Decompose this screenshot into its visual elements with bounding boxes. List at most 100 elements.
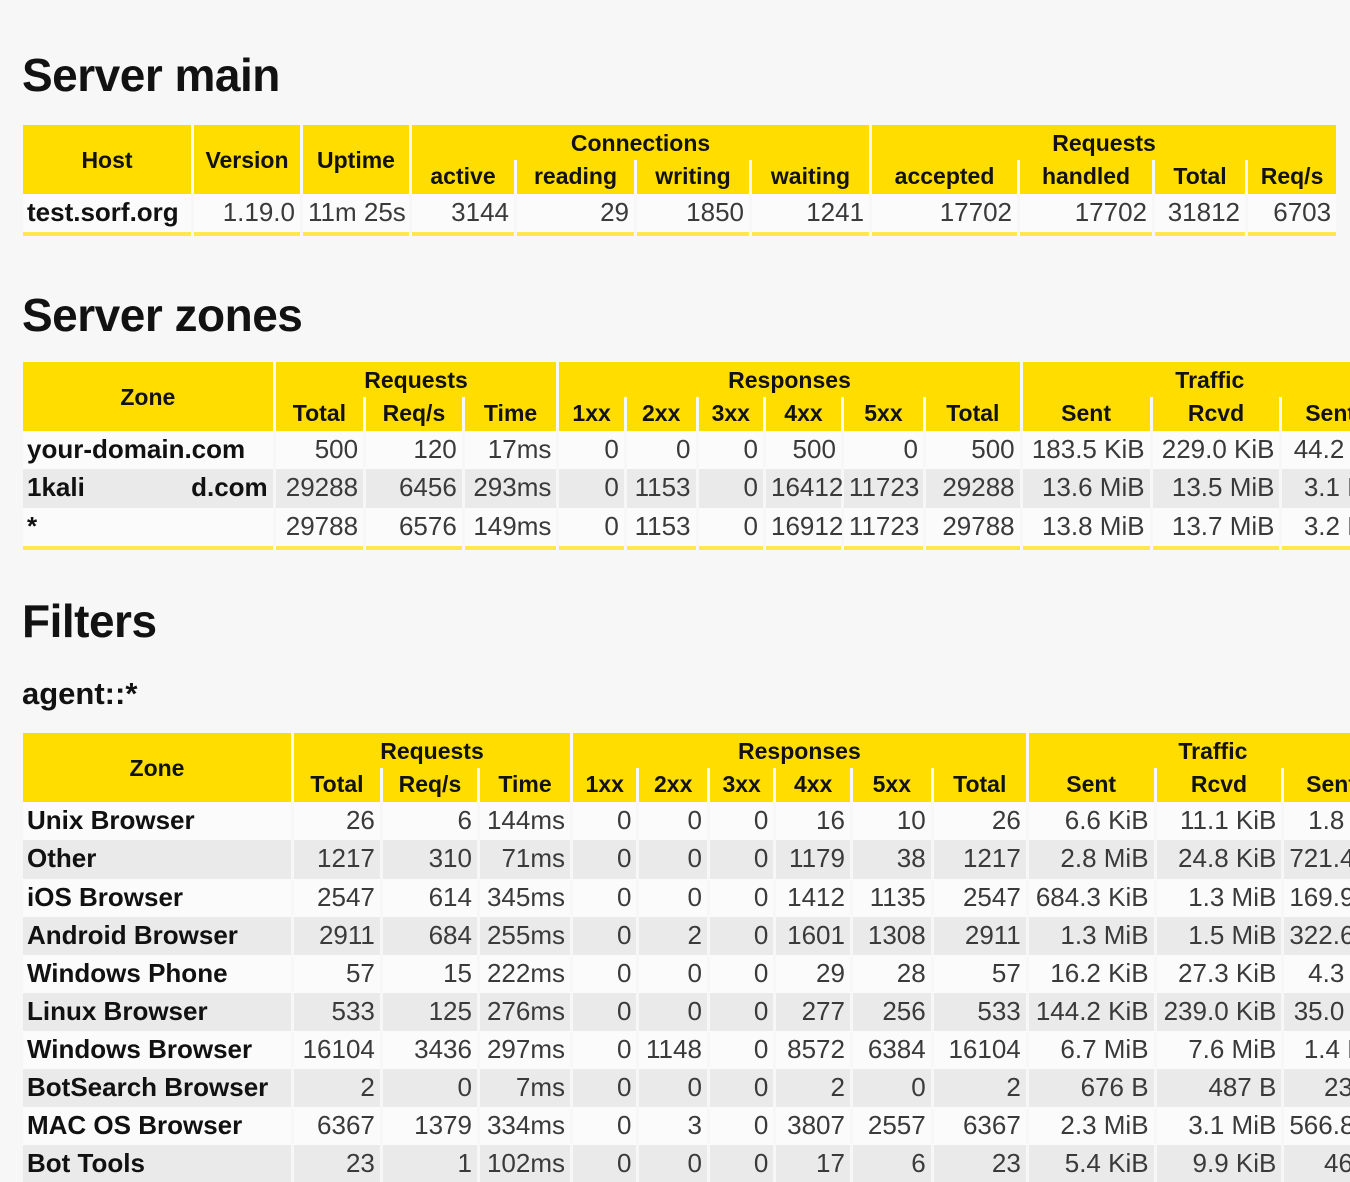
col-active: active bbox=[412, 160, 514, 195]
cell-accepted: 17702 bbox=[872, 194, 1018, 237]
cell-2xx: 0 bbox=[639, 954, 707, 993]
cell-rcvd: 487 B bbox=[1156, 1069, 1282, 1108]
cell-5xx: 10 bbox=[852, 802, 931, 841]
cell-req-per-sec: 6703 bbox=[1248, 194, 1337, 237]
cell-req-total: 23 bbox=[293, 1145, 380, 1182]
cell-4xx: 2 bbox=[776, 1069, 850, 1108]
cell-1xx: 0 bbox=[573, 840, 637, 879]
cell-req-total: 500 bbox=[275, 431, 364, 470]
cell-time: 255ms bbox=[479, 916, 571, 955]
cell-2xx: 0 bbox=[639, 840, 707, 879]
col-sent-per-sec: Sent/s bbox=[1282, 397, 1350, 432]
col-handled: handled bbox=[1020, 160, 1153, 195]
cell-req-total: 16104 bbox=[293, 1030, 380, 1070]
cell-5xx: 2557 bbox=[852, 1107, 931, 1146]
cell-sent-per-sec: 169.9 KiB bbox=[1284, 878, 1350, 917]
server-main-title: Server main bbox=[22, 49, 280, 101]
cell-req-per-sec: 3436 bbox=[382, 1030, 477, 1070]
cell-3xx: 0 bbox=[698, 507, 764, 550]
col-2xx: 2xx bbox=[626, 397, 696, 432]
col-rcvd: Rcvd bbox=[1152, 397, 1280, 432]
server-zones-table-wrap: Zone Requests Responses Traffic Total Re… bbox=[20, 362, 1350, 550]
table-row: * 29788 6576 149ms 0 1153 0 16912 11723 29788 13.8… bbox=[23, 507, 1350, 550]
cell-sent-per-sec: 234 B bbox=[1284, 1069, 1350, 1108]
filters-thead: Zone Requests Responses Traffic Total Re… bbox=[23, 733, 1350, 803]
server-zones-thead: Zone Requests Responses Traffic Total Re… bbox=[23, 362, 1350, 432]
cell-4xx: 16412 bbox=[766, 469, 843, 508]
cell-req-total: 26 bbox=[293, 802, 380, 841]
table-row: Unix Browser 26 6 144ms 0 0 0 16 10 26 6.6 KiB 11.1… bbox=[23, 802, 1350, 841]
cell-sent: 6.7 MiB bbox=[1028, 1030, 1154, 1070]
cell-resp-total: 2 bbox=[933, 1069, 1026, 1108]
cell-sent-per-sec: 721.4 KiB bbox=[1284, 840, 1350, 879]
filter-expression-wrap: agent::* bbox=[22, 678, 137, 709]
cell-resp-total: 29788 bbox=[925, 507, 1020, 550]
cell-rcvd: 1.5 MiB bbox=[1156, 916, 1282, 955]
cell-req-total: 6367 bbox=[293, 1107, 380, 1146]
cell-rcvd: 9.9 KiB bbox=[1156, 1145, 1282, 1182]
cell-sent: 13.8 MiB bbox=[1022, 507, 1150, 550]
cell-req-total: 2911 bbox=[293, 916, 380, 955]
cell-req-per-sec: 1 bbox=[382, 1145, 477, 1182]
table-row: Bot Tools 23 1 102ms 0 0 0 17 6 23 5.4 KiB 9.9 KiB 4… bbox=[23, 1145, 1350, 1182]
server-main-table: Host Version Uptime Connections Requests… bbox=[20, 125, 1339, 237]
col-req-total: Total bbox=[293, 768, 380, 803]
col-sent: Sent bbox=[1022, 397, 1150, 432]
cell-rcvd: 239.0 KiB bbox=[1156, 992, 1282, 1031]
cell-req-total: 31812 bbox=[1155, 194, 1246, 237]
cell-sent: 16.2 KiB bbox=[1028, 954, 1154, 993]
table-row: Windows Browser 16104 3436 297ms 0 1148 0 8572 6… bbox=[23, 1030, 1350, 1070]
table-row: your-domain.com 500 120 17ms 0 0 0 500 0 500 183.5… bbox=[23, 431, 1350, 470]
cell-5xx: 11723 bbox=[843, 469, 923, 508]
cell-3xx: 0 bbox=[709, 840, 774, 879]
cell-rcvd: 27.3 KiB bbox=[1156, 954, 1282, 993]
cell-resp-total: 533 bbox=[933, 992, 1026, 1031]
server-zones-section: Server zones bbox=[22, 292, 303, 338]
cell-time: 297ms bbox=[479, 1030, 571, 1070]
cell-sent-per-sec: 1.8 KiB bbox=[1284, 802, 1350, 841]
cell-resp-total: 23 bbox=[933, 1145, 1026, 1182]
cell-2xx: 1153 bbox=[626, 507, 696, 550]
cell-zone-name: BotSearch Browser bbox=[23, 1069, 291, 1108]
server-main-section: Server main bbox=[22, 52, 280, 98]
cell-req-per-sec: 6576 bbox=[366, 507, 462, 550]
col-writing: writing bbox=[637, 160, 749, 195]
table-row: Linux Browser 533 125 276ms 0 0 0 277 256 533 144.… bbox=[23, 992, 1350, 1031]
cell-req-per-sec: 0 bbox=[382, 1069, 477, 1108]
col-resp-total: Total bbox=[933, 768, 1026, 803]
cell-time: 222ms bbox=[479, 954, 571, 993]
cell-4xx: 1601 bbox=[776, 916, 850, 955]
cell-rcvd: 24.8 KiB bbox=[1156, 840, 1282, 879]
cell-1xx: 0 bbox=[559, 507, 624, 550]
cell-4xx: 16 bbox=[776, 802, 850, 841]
cell-zone-name: your-domain.com bbox=[23, 431, 273, 470]
cell-req-per-sec: 684 bbox=[382, 916, 477, 955]
col-4xx: 4xx bbox=[766, 397, 841, 432]
cell-zone-name: MAC OS Browser bbox=[23, 1107, 291, 1146]
cell-rcvd: 13.7 MiB bbox=[1152, 507, 1280, 550]
cell-2xx: 1148 bbox=[639, 1030, 707, 1070]
cell-resp-total: 2911 bbox=[933, 916, 1026, 955]
cell-3xx: 0 bbox=[709, 954, 774, 993]
filters-table-wrap: Zone Requests Responses Traffic Total Re… bbox=[20, 733, 1350, 1182]
cell-time: 17ms bbox=[464, 431, 557, 470]
cell-4xx: 3807 bbox=[776, 1107, 850, 1146]
cell-resp-total: 16104 bbox=[933, 1030, 1026, 1070]
cell-2xx: 0 bbox=[639, 992, 707, 1031]
cell-2xx: 0 bbox=[639, 1069, 707, 1108]
cell-5xx: 28 bbox=[852, 954, 931, 993]
cell-sent: 2.8 MiB bbox=[1028, 840, 1154, 879]
server-main-table-wrap: Host Version Uptime Connections Requests… bbox=[20, 125, 1339, 237]
table-row: 1kali d.com 29288 6456 293ms 0 1153 0 16412 11723… bbox=[23, 469, 1350, 508]
col-reading: reading bbox=[517, 160, 634, 195]
col-3xx: 3xx bbox=[709, 768, 774, 803]
cell-5xx: 6 bbox=[852, 1145, 931, 1182]
colgroup-traffic: Traffic bbox=[1022, 362, 1350, 398]
cell-1xx: 0 bbox=[573, 802, 637, 841]
cell-zone-name: Bot Tools bbox=[23, 1145, 291, 1182]
cell-1xx: 0 bbox=[573, 878, 637, 917]
cell-zone-name: Other bbox=[23, 840, 291, 879]
col-req-total: Total bbox=[1155, 160, 1246, 195]
cell-sent: 676 B bbox=[1028, 1069, 1154, 1108]
cell-4xx: 500 bbox=[766, 431, 841, 470]
